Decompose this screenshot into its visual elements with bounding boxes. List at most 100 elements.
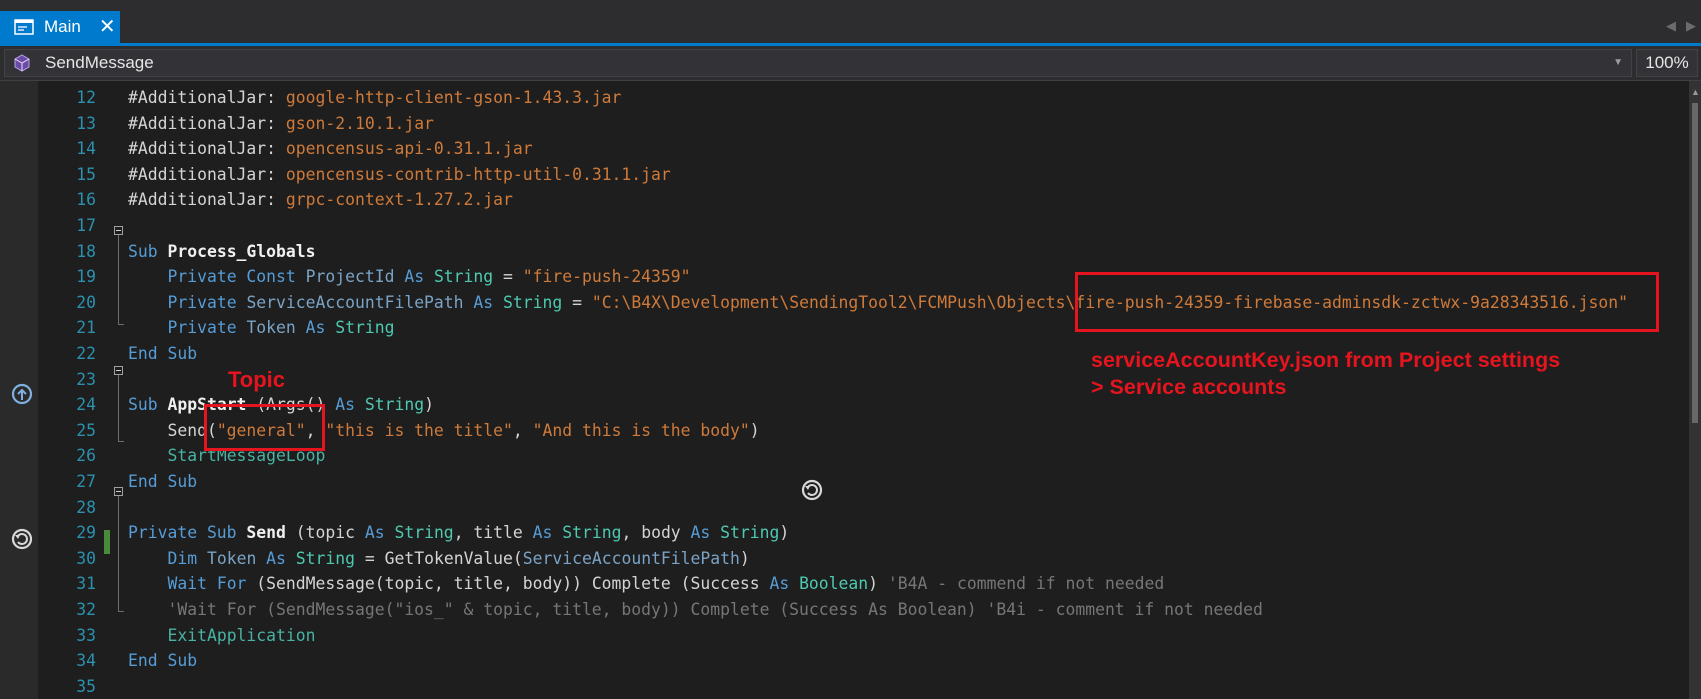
line-number: 34 bbox=[76, 651, 96, 671]
line-number: 23 bbox=[76, 369, 96, 389]
code-token: : bbox=[266, 164, 286, 184]
fold-guide-end bbox=[118, 324, 124, 325]
zoom-level[interactable]: 100% bbox=[1636, 49, 1698, 77]
tab-label: Main bbox=[44, 17, 81, 36]
code-token: String bbox=[720, 523, 780, 543]
code-text: Private Token As String bbox=[128, 315, 394, 340]
code-token: ) bbox=[749, 420, 760, 440]
line-number: 25 bbox=[76, 420, 96, 440]
chevron-down-icon[interactable]: ▼ bbox=[1613, 57, 1623, 68]
scrollbar-thumb[interactable] bbox=[1692, 103, 1698, 423]
code-text: 'Wait For (SendMessage("ios_" & topic, t… bbox=[128, 597, 1263, 622]
code-token: gson-2.10.1.jar bbox=[285, 113, 434, 133]
code-token: Wait For bbox=[167, 574, 247, 594]
scroll-up-icon[interactable]: ▲ bbox=[1691, 87, 1700, 97]
code-text: Private Sub Send (topic As String, title… bbox=[128, 520, 789, 545]
close-icon[interactable]: ✕ bbox=[99, 17, 116, 37]
collapse-icon[interactable] bbox=[114, 366, 123, 375]
line-number: 29 bbox=[76, 523, 96, 543]
code-token: Sub bbox=[128, 241, 168, 261]
line-number: 14 bbox=[76, 139, 96, 159]
line-number: 13 bbox=[76, 113, 96, 133]
code-token: grpc-context-1.27.2.jar bbox=[285, 190, 513, 210]
code-text: End Sub bbox=[128, 341, 197, 366]
code-token: #AdditionalJar bbox=[128, 164, 267, 184]
document-tab-bar: Main ✕ ◀ ▶ bbox=[0, 0, 1701, 43]
code-token: String bbox=[394, 523, 454, 543]
code-token: String bbox=[433, 267, 494, 287]
fold-guide bbox=[118, 496, 119, 611]
json-file-highlight bbox=[1075, 272, 1659, 332]
code-token: Sub bbox=[128, 395, 168, 415]
code-text: #AdditionalJar: gson-2.10.1.jar bbox=[128, 111, 434, 136]
code-token: ExitApplication bbox=[167, 625, 316, 645]
code-token: As bbox=[295, 318, 336, 338]
code-text: Private Const ProjectId As String = "fir… bbox=[128, 264, 691, 289]
code-token: String bbox=[503, 292, 563, 312]
code-token: ) bbox=[739, 548, 750, 568]
code-file-icon bbox=[14, 18, 34, 36]
line-number: 30 bbox=[76, 548, 96, 568]
collapse-icon[interactable] bbox=[114, 226, 123, 235]
line-number: 21 bbox=[76, 318, 96, 338]
code-token: Private bbox=[167, 292, 247, 312]
code-token: , body bbox=[621, 523, 691, 543]
code-text: Wait For (SendMessage(topic, title, body… bbox=[128, 571, 1164, 596]
code-token: Token bbox=[206, 548, 257, 568]
code-token: 'Wait For (SendMessage("ios_" & topic, t… bbox=[167, 600, 1263, 619]
line-number: 17 bbox=[76, 216, 96, 235]
line-number: 20 bbox=[76, 292, 96, 312]
code-token: Process_Globals bbox=[167, 241, 316, 261]
collapse-icon[interactable] bbox=[114, 487, 123, 496]
code-token: ) bbox=[779, 523, 790, 543]
code-token: End Sub bbox=[128, 472, 198, 491]
code-token: (topic bbox=[285, 523, 365, 543]
scroll-right-icon[interactable]: ▶ bbox=[1686, 18, 1696, 34]
fold-guide-end bbox=[118, 441, 124, 442]
topic-highlight bbox=[204, 404, 325, 451]
code-token: ServiceAccountFilePath bbox=[246, 292, 464, 312]
line-number: 31 bbox=[76, 574, 96, 594]
code-token: : bbox=[266, 190, 286, 210]
code-token: : bbox=[266, 113, 286, 133]
code-text: #AdditionalJar: google-http-client-gson-… bbox=[128, 85, 621, 110]
line-number: 19 bbox=[76, 267, 96, 287]
code-token: "fire-push-24359" bbox=[522, 267, 691, 287]
member-dropdown[interactable]: SendMessage ▼ bbox=[4, 49, 1632, 77]
wait-for-icon[interactable] bbox=[10, 527, 34, 551]
line-number: 16 bbox=[76, 190, 96, 210]
code-token: = bbox=[493, 267, 523, 287]
line-number: 12 bbox=[76, 88, 96, 107]
code-text: #AdditionalJar: opencensus-contrib-http-… bbox=[128, 162, 671, 187]
line-number: 24 bbox=[76, 395, 96, 415]
code-token: Token bbox=[246, 318, 296, 338]
code-token: End Sub bbox=[128, 344, 198, 363]
code-text: Sub Process_Globals bbox=[128, 239, 316, 264]
vertical-scrollbar[interactable]: ▲ bbox=[1689, 81, 1701, 699]
code-token: String bbox=[364, 395, 425, 415]
code-token: "And this is the body" bbox=[532, 420, 750, 440]
code-token: Boolean bbox=[799, 574, 869, 594]
code-token: (SendMessage(topic, title, body)) Comple… bbox=[246, 574, 770, 594]
code-token: 'B4A - commend if not needed bbox=[887, 574, 1165, 594]
breakpoint-step-icon[interactable] bbox=[10, 382, 34, 406]
tab-main[interactable]: Main ✕ bbox=[0, 11, 120, 43]
code-token: opencensus-api-0.31.1.jar bbox=[285, 139, 533, 159]
code-token: String bbox=[295, 548, 356, 568]
scroll-left-icon[interactable]: ◀ bbox=[1666, 18, 1676, 34]
service-account-note: serviceAccountKey.json from Project sett… bbox=[1091, 347, 1560, 401]
code-text: #AdditionalJar: opencensus-api-0.31.1.ja… bbox=[128, 136, 533, 161]
code-token: As bbox=[364, 523, 395, 543]
code-token: Private Sub bbox=[128, 523, 247, 543]
editor-margin bbox=[0, 81, 38, 699]
code-token: As bbox=[769, 574, 800, 594]
code-token: String bbox=[335, 318, 395, 338]
resumable-sub-icon bbox=[801, 479, 823, 501]
code-token: ProjectId bbox=[305, 267, 395, 287]
code-text: End Sub bbox=[128, 469, 197, 494]
